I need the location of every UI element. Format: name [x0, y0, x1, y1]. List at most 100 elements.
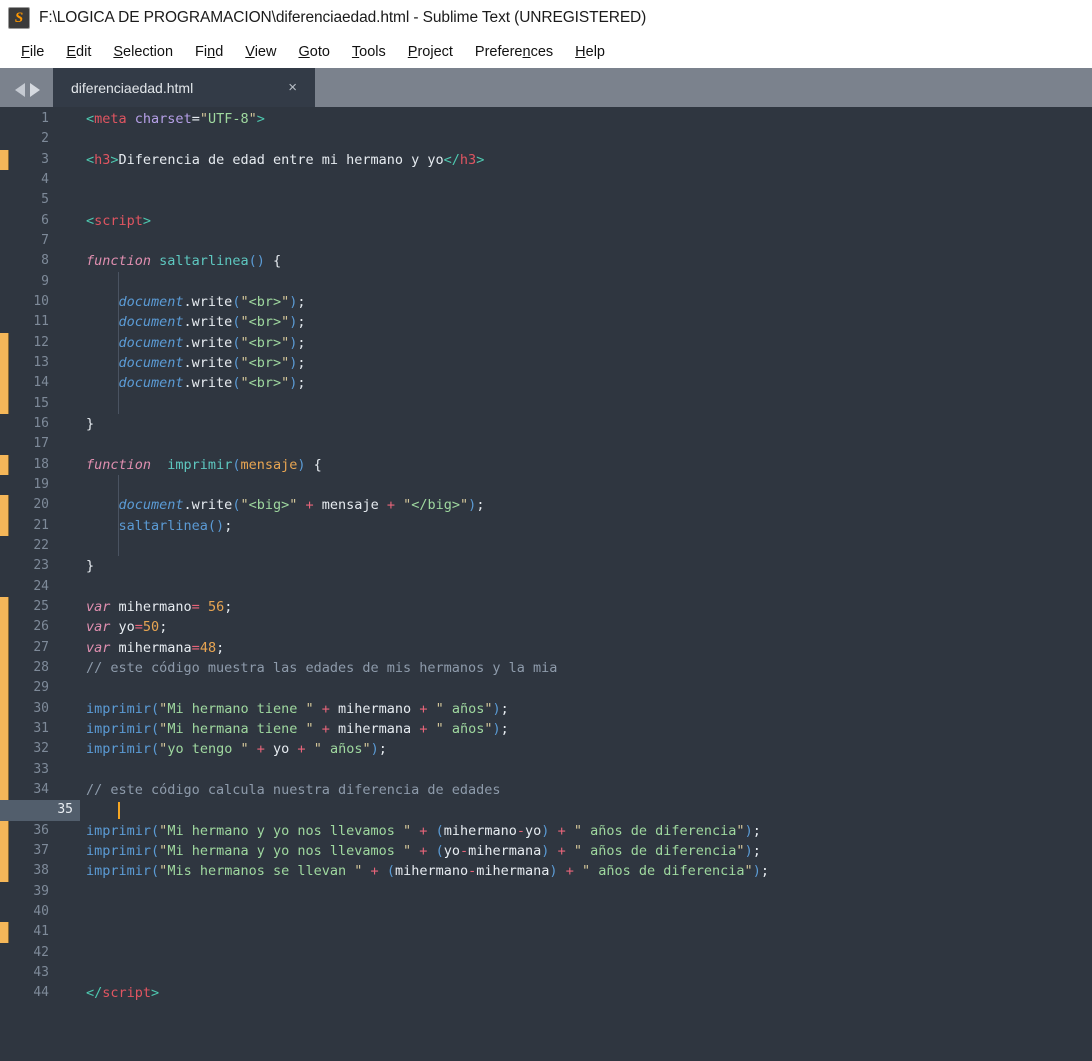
menu-item-edit[interactable]: Edit [55, 41, 102, 63]
menu-bar: File Edit Selection Find View Goto Tools Projec… [0, 36, 1092, 68]
code-line-text: function imprimir(mensaje) { [86, 456, 322, 473]
code-line[interactable]: 19 [0, 475, 1092, 495]
code-line[interactable]: 7 [0, 231, 1092, 251]
code-line[interactable]: 18 function imprimir(mensaje) { [0, 455, 1092, 475]
code-line[interactable]: 41 [0, 922, 1092, 942]
tab-nav-arrows[interactable] [0, 83, 53, 107]
code-line[interactable]: 2 [0, 129, 1092, 149]
close-icon[interactable]: × [284, 80, 301, 95]
code-line[interactable]: 39 [0, 882, 1092, 902]
code-line[interactable]: 16} [0, 414, 1092, 434]
menu-item-selection[interactable]: Selection [102, 41, 184, 63]
menu-item-help[interactable]: Help [564, 41, 616, 63]
code-line[interactable]: 20 document.write("<big>" + mensaje + "<… [0, 495, 1092, 515]
code-line-text: function saltarlinea() { [86, 253, 282, 270]
code-line[interactable]: 12 document.write("<br>"); [0, 333, 1092, 353]
code-line[interactable]: 23} [0, 556, 1092, 576]
menu-item-view[interactable]: View [234, 41, 287, 63]
line-number: 39 [33, 883, 49, 899]
next-tab-arrow-icon[interactable] [30, 83, 40, 97]
code-line[interactable]: 6 <script> [0, 211, 1092, 231]
menu-item-file[interactable]: File [10, 41, 55, 63]
code-editor[interactable]: 1 <meta charset="UTF-8"> 2 3 <h3>Diferencia … [0, 107, 1092, 1061]
menu-item-find[interactable]: Find [184, 41, 234, 63]
code-line[interactable]: 10 document.write("<br>"); [0, 292, 1092, 312]
code-line[interactable]: 25 var mihermano= 56; [0, 597, 1092, 617]
code-line[interactable]: 21 saltarlinea(); [0, 516, 1092, 536]
line-number: 36 [33, 822, 49, 838]
code-line[interactable]: 3 <h3>Diferencia de edad entre mi hermano… [0, 150, 1092, 170]
code-line[interactable]: 44 </script> [0, 983, 1092, 1003]
code-line[interactable]: 24 [0, 577, 1092, 597]
code-line-text: imprimir("Mis hermanos se llevan " + (mi… [86, 863, 769, 880]
code-line-text: var yo=50; [86, 619, 168, 636]
code-line[interactable]: 9 [0, 272, 1092, 292]
line-number: 32 [33, 741, 49, 757]
code-line-text: </script> [86, 985, 160, 1002]
line-number: 29 [33, 680, 49, 696]
code-line-text: var mihermano= 56; [86, 598, 233, 615]
code-line[interactable]: 1 <meta charset="UTF-8"> [0, 109, 1092, 129]
line-number: 33 [33, 761, 49, 777]
code-line[interactable]: 37 imprimir("Mi hermana y yo nos llevamos… [0, 841, 1092, 861]
window-title: F:\LOGICA DE PROGRAMACION\diferenciaedad… [39, 9, 647, 26]
code-line[interactable]: 22 [0, 536, 1092, 556]
code-line[interactable]: 40 [0, 902, 1092, 922]
line-number: 27 [33, 639, 49, 655]
code-line[interactable]: 28 // este código muestra las edades de m… [0, 658, 1092, 678]
code-line-text: <h3>Diferencia de edad entre mi hermano … [86, 151, 485, 168]
line-number: 19 [33, 476, 49, 492]
app-icon-glyph: S [14, 9, 24, 26]
tabs-host: diferenciaedad.html × [53, 68, 315, 107]
code-line[interactable]: 34 // este código calcula nuestra diferen… [0, 780, 1092, 800]
code-line-text: imprimir("yo tengo " + yo + " años"); [86, 741, 387, 758]
code-line[interactable]: 26 var yo=50; [0, 617, 1092, 637]
code-line[interactable]: 27 var mihermana=48; [0, 638, 1092, 658]
code-line[interactable]: 13 document.write("<br>"); [0, 353, 1092, 373]
code-line[interactable]: 32 imprimir("yo tengo " + yo + " años"); [0, 739, 1092, 759]
code-line-text: document.write("<big>" + mensaje + "</bi… [118, 497, 485, 514]
code-line[interactable]: 43 [0, 963, 1092, 983]
line-number: 15 [33, 395, 49, 411]
line-number: 21 [33, 517, 49, 533]
code-line[interactable]: 17 [0, 434, 1092, 454]
line-number: 17 [33, 436, 49, 452]
line-number: 1 [41, 111, 49, 126]
code-line[interactable]: 33 [0, 760, 1092, 780]
line-number: 10 [33, 293, 49, 309]
code-line[interactable]: 4 [0, 170, 1092, 190]
editor-tab[interactable]: diferenciaedad.html × [53, 68, 315, 107]
code-line[interactable]: 11 document.write("<br>"); [0, 312, 1092, 332]
code-line[interactable]: 30 imprimir("Mi hermano tiene " + miherma… [0, 699, 1092, 719]
line-number: 6 [41, 212, 49, 228]
code-line[interactable]: 36 imprimir("Mi hermano y yo nos llevamos… [0, 821, 1092, 841]
menu-item-goto[interactable]: Goto [287, 41, 340, 63]
code-line[interactable]: 8 function saltarlinea() { [0, 251, 1092, 271]
code-line[interactable]: 14 document.write("<br>"); [0, 373, 1092, 393]
indent-guide [118, 474, 119, 557]
line-number: 8 [41, 253, 49, 269]
code-line[interactable]: 15 [0, 394, 1092, 414]
line-number: 23 [33, 558, 49, 574]
previous-tab-arrow-icon[interactable] [15, 83, 25, 97]
line-number: 42 [33, 944, 49, 960]
line-number: 12 [33, 334, 49, 350]
code-lines[interactable]: 1 <meta charset="UTF-8"> 2 3 <h3>Diferencia … [0, 107, 1092, 1061]
line-number: 5 [41, 192, 49, 208]
menu-item-preferences[interactable]: Preferences [464, 41, 564, 63]
line-number: 16 [33, 415, 49, 431]
line-number: 40 [33, 903, 49, 919]
menu-item-project[interactable]: Project [397, 41, 464, 63]
code-line[interactable]: 42 [0, 943, 1092, 963]
code-line[interactable]: 5 [0, 190, 1092, 210]
menu-item-tools[interactable]: Tools [341, 41, 397, 63]
code-line-text: saltarlinea(); [118, 517, 233, 534]
code-line[interactable]: 29 [0, 678, 1092, 698]
code-line[interactable]: 38 imprimir("Mis hermanos se llevan " + (… [0, 861, 1092, 881]
line-number: 7 [41, 232, 49, 248]
text-cursor [118, 802, 120, 820]
code-line[interactable]: 31 imprimir("Mi hermana tiene " + miherma… [0, 719, 1092, 739]
code-line[interactable]: 35 [0, 800, 1092, 821]
code-line-text: // este código calcula nuestra diferenci… [86, 781, 501, 798]
line-number: 31 [33, 720, 49, 736]
